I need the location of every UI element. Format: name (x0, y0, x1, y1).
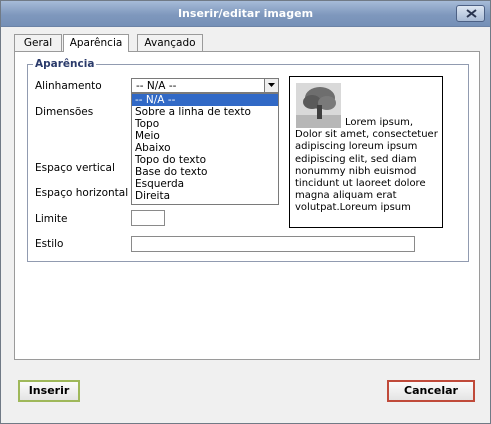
fieldset-legend: Aparência (33, 58, 97, 70)
style-input[interactable] (131, 236, 415, 252)
border-input[interactable] (131, 210, 165, 226)
option-bottom[interactable]: Abaixo (132, 142, 278, 154)
dimensions-label: Dimensões (35, 106, 94, 118)
dialog-title: Inserir/editar imagem (177, 7, 314, 20)
tab-general[interactable]: Geral (14, 34, 62, 51)
title-bar: Inserir/editar imagem (1, 1, 490, 27)
cancel-button[interactable]: Cancelar (387, 380, 475, 402)
chevron-down-icon (268, 83, 275, 87)
option-right[interactable]: Direita (132, 190, 278, 202)
option-baseline[interactable]: Sobre a linha de texto (132, 106, 278, 118)
alignment-preview: Lorem ipsum, Dolor sit amet, consectetue… (289, 76, 443, 228)
option-top[interactable]: Topo (132, 118, 278, 130)
option-left[interactable]: Esquerda (132, 178, 278, 190)
preview-sample-text: Lorem ipsum, Dolor sit amet, consectetue… (295, 117, 438, 214)
dialog-window: Inserir/editar imagem Geral Aparência Av… (0, 0, 491, 424)
alignment-label: Alinhamento (35, 80, 102, 92)
tab-appearance[interactable]: Aparência (63, 34, 129, 52)
tab-advanced[interactable]: Avançado (137, 34, 203, 51)
horizontal-space-label: Espaço horizontal (35, 187, 129, 199)
border-label: Limite (35, 213, 68, 225)
alignment-dropdown-list: -- N/A -- Sobre a linha de texto Topo Me… (131, 93, 279, 205)
style-label: Estilo (35, 238, 64, 250)
dropdown-button[interactable] (264, 79, 278, 92)
close-icon (466, 9, 477, 18)
option-middle[interactable]: Meio (132, 130, 278, 142)
option-text-top[interactable]: Topo do texto (132, 154, 278, 166)
insert-button[interactable]: Inserir (18, 380, 80, 402)
vertical-space-label: Espaço vertical (35, 162, 115, 174)
alignment-select-value: -- N/A -- (136, 80, 177, 92)
option-na[interactable]: -- N/A -- (132, 94, 278, 106)
option-text-bottom[interactable]: Base do texto (132, 166, 278, 178)
alignment-select[interactable]: -- N/A -- (131, 78, 279, 93)
close-button[interactable] (456, 5, 485, 22)
